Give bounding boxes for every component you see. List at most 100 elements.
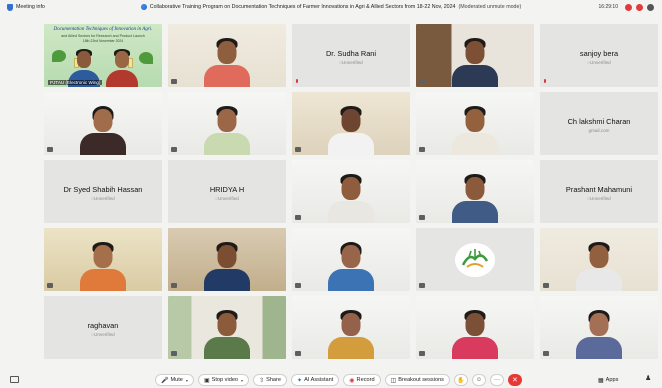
participant-name: Prashant Mahamuni [565,185,633,194]
participant-tile[interactable]: HRIDYA H Unverified [168,160,286,223]
leave-meeting-button[interactable]: ✕ [507,374,522,386]
participant-video [79,239,127,291]
participant-status: Unverified [44,332,162,337]
mic-icon [419,283,425,288]
meeting-info-label: Meeting info [16,4,45,10]
mic-muted-icon [543,79,547,84]
participant-video [575,307,623,359]
raise-hand-button[interactable]: ✋ [453,374,468,386]
chevron-down-icon[interactable]: ▾ [241,378,243,383]
participant-tile[interactable] [168,24,286,87]
meeting-info[interactable]: Meeting info [0,3,120,11]
participant-tile[interactable] [292,160,410,223]
participant-tile[interactable] [416,24,534,87]
participant-video [451,103,499,155]
breakout-sessions-button[interactable]: ◫ Breakout sessions [384,374,450,386]
organization-logo [455,242,495,277]
participant-tile[interactable] [416,92,534,155]
more-options-button[interactable]: ··· [489,374,504,386]
close-icon[interactable] [625,3,632,11]
participant-tile[interactable] [416,160,534,223]
participant-video [451,307,499,359]
chevron-down-icon[interactable]: ▾ [186,378,188,383]
participant-tile[interactable] [168,296,286,359]
record-button[interactable]: ◉ Record [343,374,381,386]
meeting-title: Collaborative Training Program on Docume… [149,4,456,10]
participant-tile[interactable] [168,92,286,155]
meeting-toolbar: 🎤 Mute ▾ ▣ Stop video ▾ ⇧ Share ✦ AI Ass… [0,372,662,388]
participant-video [105,47,139,87]
participant-tile[interactable]: Prashant Mahamuni Unverified [540,160,658,223]
mic-muted-icon [295,79,299,84]
mic-icon [419,215,425,220]
share-icon: ⇧ [259,377,265,384]
participant-email: gmail.com [588,128,610,133]
participant-tile[interactable] [44,228,162,291]
participant-tile[interactable]: sanjoy bera Unverified [540,24,658,87]
participant-video [451,171,499,223]
participant-name: sanjoy bera [579,49,619,58]
participant-name: Ch lakshmi Charan [567,117,631,126]
apps-icon: ▦ [598,377,604,384]
record-label: Record [356,377,375,383]
meeting-timer: 16:29:10 [598,4,618,10]
meeting-window: Meeting info Collaborative Training Prog… [0,0,662,388]
mic-icon [171,147,177,152]
mute-button[interactable]: 🎤 Mute ▾ [155,374,194,386]
banner-date: 18th-22nd November 2024 [82,39,124,43]
share-button[interactable]: ⇧ Share [253,374,288,386]
participant-video [327,239,375,291]
camera-icon: ▣ [203,377,210,384]
apps-button[interactable]: ▦ Apps [598,374,618,386]
participant-status: Unverified [168,196,286,201]
window-controls: 16:29:10 [542,3,662,11]
mute-label: Mute [170,377,183,383]
participant-tile[interactable] [44,92,162,155]
record-icon: ◉ [349,377,355,384]
participants-icon[interactable]: ♟ [645,374,651,382]
reactions-button[interactable]: ☺ [471,374,486,386]
participant-video [203,103,251,155]
participant-tile[interactable] [292,92,410,155]
participant-tile[interactable] [416,296,534,359]
ai-assistant-button[interactable]: ✦ AI Assistant [291,374,340,386]
participant-tile[interactable]: Dr Syed Shabih Hassan Unverified [44,160,162,223]
chat-icon[interactable] [10,376,19,383]
stop-video-label: Stop video [211,377,239,383]
more-icon[interactable] [647,3,654,11]
participant-grid: Documentation Techniques of Innovation i… [44,24,658,364]
participant-video [451,35,499,87]
mic-icon [171,283,177,288]
participant-caption: PJTAU (Electronic Wing) [48,80,103,85]
participant-video [327,307,375,359]
mic-icon: 🎤 [161,377,169,384]
breakout-icon: ◫ [390,377,397,384]
hand-icon: ✋ [457,377,465,384]
participant-video [79,103,127,155]
stop-video-button[interactable]: ▣ Stop video ▾ [197,374,250,386]
leaf-logo-icon [461,248,489,268]
participant-tile[interactable]: Dr. Sudha Rani Unverified [292,24,410,87]
mic-icon [295,351,301,356]
title-bar: Meeting info Collaborative Training Prog… [0,0,662,14]
participant-tile[interactable] [416,228,534,291]
mic-icon [419,147,425,152]
ai-assistant-icon: ✦ [297,377,303,384]
participant-tile[interactable] [168,228,286,291]
participant-video [575,239,623,291]
participant-tile[interactable] [540,228,658,291]
participant-video [203,239,251,291]
participant-tile[interactable] [292,228,410,291]
mic-icon [295,283,301,288]
participant-tile[interactable] [292,296,410,359]
leaf-icon [139,52,153,64]
participant-video [327,103,375,155]
mic-icon [171,351,177,356]
participant-tile[interactable]: Documentation Techniques of Innovation i… [44,24,162,87]
participant-tile[interactable]: Ch lakshmi Charan gmail.com [540,92,658,155]
mic-icon [419,351,425,356]
shield-icon [7,3,13,11]
participant-tile[interactable]: raghavan Unverified [44,296,162,359]
participant-tile[interactable] [540,296,658,359]
mic-icon [47,147,53,152]
